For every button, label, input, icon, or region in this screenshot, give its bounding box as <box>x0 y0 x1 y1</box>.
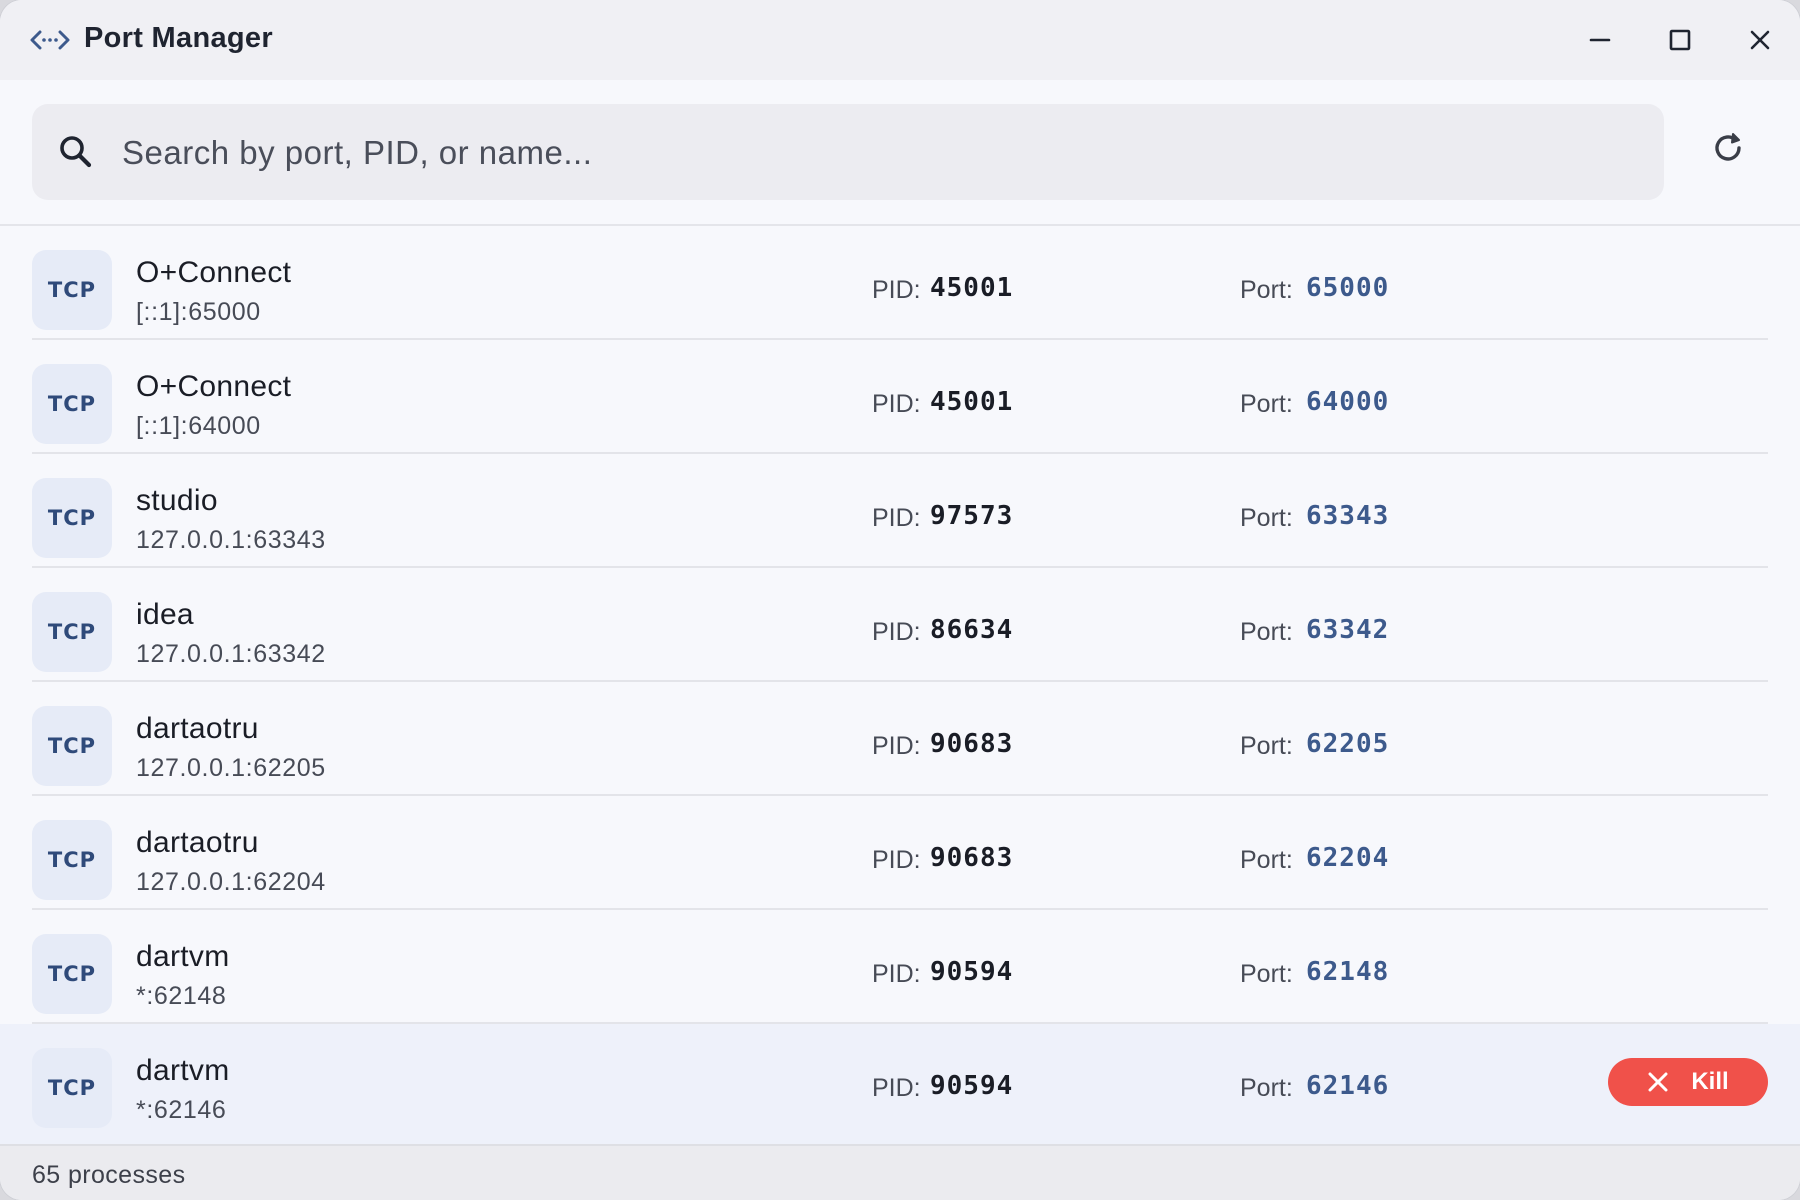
protocol-badge: TCP <box>32 1048 112 1128</box>
port-value: 62148 <box>1306 957 1390 987</box>
process-address: 127.0.0.1:63343 <box>136 526 326 554</box>
pid-value: 90594 <box>930 957 1014 987</box>
pid-value: 90683 <box>930 843 1014 873</box>
process-address: 127.0.0.1:62204 <box>136 868 326 896</box>
process-address: 127.0.0.1:62205 <box>136 754 326 782</box>
process-address: [::1]:65000 <box>136 298 261 326</box>
protocol-badge: TCP <box>32 364 112 444</box>
title-bar: Port Manager <box>0 0 1800 80</box>
port-label: Port: <box>1240 618 1293 646</box>
port-value: 62146 <box>1306 1071 1390 1101</box>
search-box[interactable] <box>32 104 1664 200</box>
process-address: [::1]:64000 <box>136 412 261 440</box>
port-label: Port: <box>1240 1074 1293 1102</box>
pid-label: PID: <box>872 504 921 532</box>
port-label: Port: <box>1240 390 1293 418</box>
process-row[interactable]: TCP dartaotru 127.0.0.1:62204 PID: 90683… <box>0 796 1800 910</box>
process-name: dartvm <box>136 940 230 973</box>
pid-value: 90683 <box>930 729 1014 759</box>
pid-label: PID: <box>872 732 921 760</box>
pid-label: PID: <box>872 276 921 304</box>
port-value: 65000 <box>1306 273 1390 303</box>
port-value: 62204 <box>1306 843 1390 873</box>
port-label: Port: <box>1240 276 1293 304</box>
search-icon <box>60 136 92 168</box>
port-label: Port: <box>1240 846 1293 874</box>
process-name: O+Connect <box>136 256 292 289</box>
pid-label: PID: <box>872 618 921 646</box>
pid-label: PID: <box>872 390 921 418</box>
process-row[interactable]: TCP O+Connect [::1]:64000 PID: 45001 Por… <box>0 340 1800 454</box>
pid-value: 45001 <box>930 387 1014 417</box>
pid-value: 86634 <box>930 615 1014 645</box>
process-row[interactable]: TCP idea 127.0.0.1:63342 PID: 86634 Port… <box>0 568 1800 682</box>
process-name: O+Connect <box>136 370 292 403</box>
process-row[interactable]: TCP studio 127.0.0.1:63343 PID: 97573 Po… <box>0 454 1800 568</box>
process-address: *:62148 <box>136 982 227 1010</box>
port-value: 62205 <box>1306 729 1390 759</box>
kill-button[interactable]: Kill <box>1608 1058 1768 1106</box>
port-value: 63343 <box>1306 501 1390 531</box>
status-bar: 65 processes <box>0 1144 1800 1200</box>
protocol-badge: TCP <box>32 934 112 1014</box>
protocol-badge: TCP <box>32 706 112 786</box>
maximize-icon[interactable] <box>1660 20 1700 60</box>
process-count: 65 processes <box>32 1161 186 1189</box>
process-row[interactable]: TCP dartaotru 127.0.0.1:62205 PID: 90683… <box>0 682 1800 796</box>
protocol-badge: TCP <box>32 478 112 558</box>
app-window: Port Manager TCP O+Connect [::1 <box>0 0 1800 1200</box>
port-value: 64000 <box>1306 387 1390 417</box>
protocol-badge: TCP <box>32 592 112 672</box>
search-bar-area <box>0 80 1800 226</box>
process-name: dartaotru <box>136 712 259 745</box>
process-row[interactable]: TCP dartvm *:62146 PID: 90594 Port: 6214… <box>0 1024 1800 1144</box>
kill-label: Kill <box>1691 1068 1729 1095</box>
pid-value: 97573 <box>930 501 1014 531</box>
protocol-badge: TCP <box>32 820 112 900</box>
pid-value: 90594 <box>930 1071 1014 1101</box>
protocol-badge: TCP <box>32 250 112 330</box>
port-label: Port: <box>1240 504 1293 532</box>
process-address: 127.0.0.1:63342 <box>136 640 326 668</box>
process-name: idea <box>136 598 194 631</box>
pid-value: 45001 <box>930 273 1014 303</box>
close-icon[interactable] <box>1740 20 1780 60</box>
process-name: studio <box>136 484 218 517</box>
process-address: *:62146 <box>136 1096 227 1124</box>
process-name: dartvm <box>136 1054 230 1087</box>
pid-label: PID: <box>872 960 921 988</box>
port-value: 63342 <box>1306 615 1390 645</box>
code-arrows-icon <box>30 30 70 50</box>
port-label: Port: <box>1240 960 1293 988</box>
port-label: Port: <box>1240 732 1293 760</box>
pid-label: PID: <box>872 1074 921 1102</box>
refresh-icon[interactable] <box>1706 126 1750 170</box>
pid-label: PID: <box>872 846 921 874</box>
app-title: Port Manager <box>84 22 273 54</box>
minimize-icon[interactable] <box>1580 20 1620 60</box>
process-row[interactable]: TCP O+Connect [::1]:65000 PID: 45001 Por… <box>0 226 1800 340</box>
process-row[interactable]: TCP dartvm *:62148 PID: 90594 Port: 6214… <box>0 910 1800 1024</box>
close-icon <box>1648 1072 1668 1092</box>
process-name: dartaotru <box>136 826 259 859</box>
process-list: TCP O+Connect [::1]:65000 PID: 45001 Por… <box>0 226 1800 1144</box>
search-input[interactable] <box>120 126 1624 180</box>
